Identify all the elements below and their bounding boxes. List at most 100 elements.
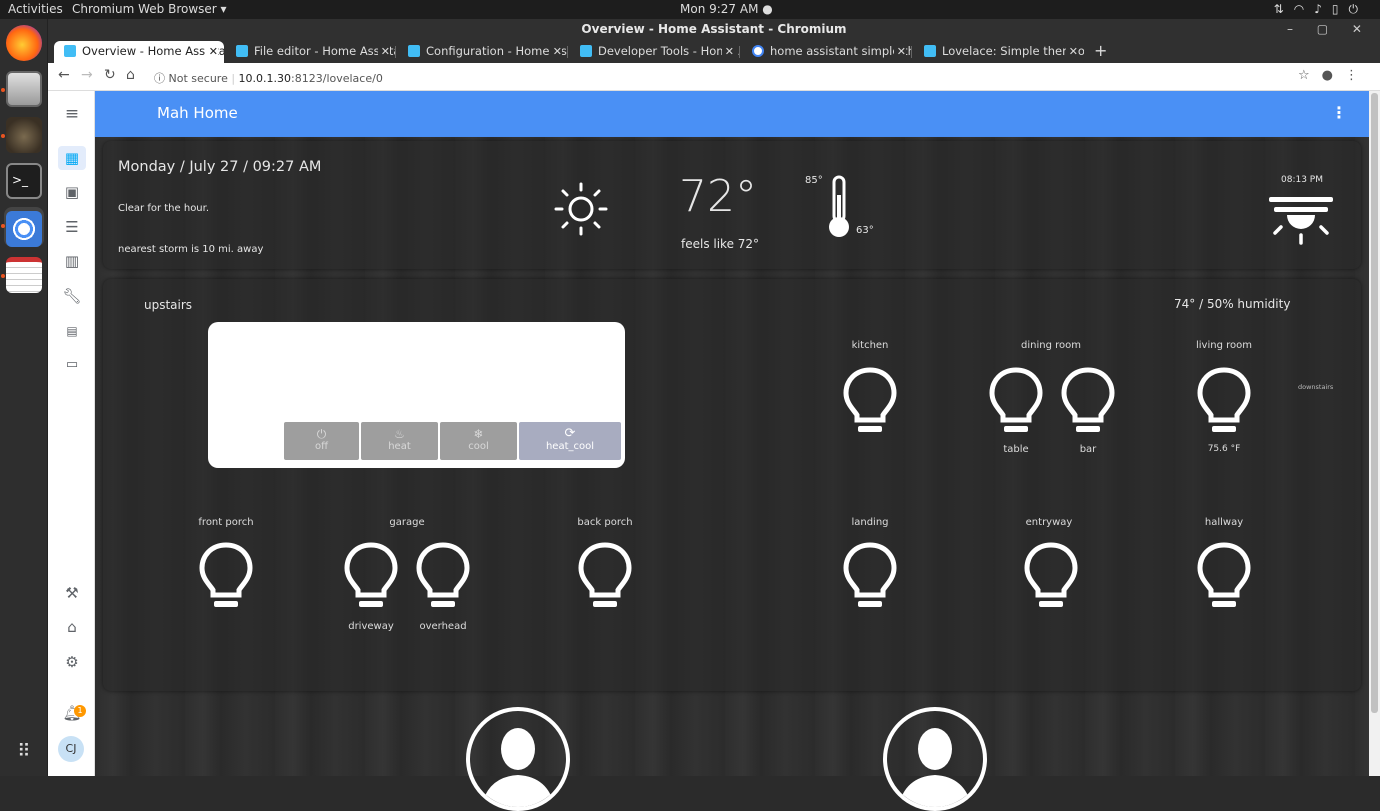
notification-badge: 1 [74, 705, 86, 717]
new-tab-button[interactable]: + [1094, 41, 1107, 61]
history-icon[interactable]: ▥ [58, 249, 86, 273]
supervisor-icon[interactable]: ⌂ [58, 615, 86, 639]
lightbulb-icon-back-porch[interactable] [577, 541, 633, 615]
terminal-panel-icon[interactable]: ▭ [58, 353, 86, 377]
low-temp: 63° [856, 225, 874, 236]
bookmark-star-icon[interactable]: ☆ [1298, 68, 1322, 83]
system-tray[interactable]: ⇅◠♪▯⏻ [1274, 2, 1368, 17]
profile-icon[interactable]: ● [1322, 68, 1345, 83]
scrollbar-thumb[interactable] [1371, 93, 1378, 713]
tab-separator [911, 46, 912, 58]
lightbulb-icon-entryway[interactable] [1023, 541, 1079, 615]
mode-heat-cool-button[interactable]: ⟳ heat_cool [519, 422, 621, 460]
lightbulb-icon-hallway[interactable] [1196, 541, 1252, 615]
running-indicator [1, 274, 5, 278]
home-icon[interactable]: ⌂ [126, 67, 135, 83]
feels-like: feels like 72° [681, 237, 760, 251]
window-controls[interactable]: – ▢ ✕ [1287, 19, 1372, 39]
activities-button[interactable]: Activities [8, 2, 63, 16]
overview-icon[interactable]: ▦ [58, 146, 86, 170]
person-avatar-1[interactable] [466, 707, 570, 811]
light-label-overhead: overhead [419, 621, 467, 632]
weather-card[interactable]: Monday / July 27 / 09:27 AM Clear for th… [103, 141, 1361, 269]
network-icon: ⇅ [1273, 2, 1294, 16]
person-avatar-2[interactable] [883, 707, 987, 811]
dock: >_ ⠿ [0, 19, 48, 776]
lightbulb-icon-kitchen[interactable] [842, 366, 898, 440]
tab-configuration[interactable]: Configuration - Home Ass ✕ [398, 41, 568, 63]
hacs-icon[interactable]: ▤ [58, 319, 86, 343]
google-icon [752, 45, 764, 57]
lightbulb-icon-overhead[interactable] [415, 541, 471, 615]
power-icon: ⏻ [1348, 2, 1368, 16]
terminal-icon[interactable]: >_ [6, 163, 42, 199]
mode-off-button[interactable]: ⏻ off [284, 422, 359, 460]
sun-icon [554, 182, 608, 236]
mode-label: heat_cool [545, 441, 595, 452]
floorplan-card: upstairs 74° / 50% humidity downstairs ⏻… [103, 279, 1361, 691]
weather-summary: Clear for the hour. [118, 203, 210, 214]
settings-gear-icon[interactable]: ⚙ [58, 650, 86, 674]
url-host: 10.0.1.30 [238, 72, 292, 85]
window-title: Overview - Home Assistant - Chromium [581, 22, 847, 36]
mode-heat-button[interactable]: ♨ heat [361, 422, 438, 460]
reload-icon[interactable]: ↻ [104, 67, 116, 83]
tab-developer-tools[interactable]: Developer Tools - Home A ✕ [570, 41, 740, 63]
close-tab-icon[interactable]: ✕ [893, 41, 906, 62]
forward-icon[interactable]: → [81, 67, 93, 83]
tab-separator [395, 46, 396, 58]
show-apps-icon[interactable]: ⠿ [6, 735, 42, 771]
chromium-icon[interactable] [6, 211, 42, 247]
logbook-icon[interactable]: ☰ [58, 215, 86, 239]
overflow-menu-icon[interactable]: ⋮ [1331, 103, 1347, 122]
battery-icon: ▯ [1331, 2, 1349, 16]
ha-favicon-icon [64, 45, 76, 57]
tab-label: Overview - Home Assistan [82, 44, 224, 58]
browser-toolbar: ← → ↻ ⌂ ⓘ Not secure | 10.0.1.30:8123/lo… [48, 63, 1380, 91]
mode-cool-button[interactable]: ❄ cool [440, 422, 517, 460]
wrench-icon[interactable]: 🔧︎ [58, 284, 86, 308]
close-tab-icon[interactable]: ✕ [549, 41, 562, 62]
ha-favicon-icon [408, 45, 420, 57]
user-avatar[interactable]: CJ [58, 736, 84, 762]
room-label-front-porch: front porch [198, 517, 254, 528]
developer-tools-icon[interactable]: ⚒ [58, 581, 86, 605]
close-tab-icon[interactable]: ✕ [1065, 41, 1078, 62]
tab-overview[interactable]: Overview - Home Assistan ✕ [54, 41, 224, 63]
close-tab-icon[interactable]: ✕ [721, 41, 734, 62]
files-icon[interactable] [6, 71, 42, 107]
running-indicator [1, 224, 5, 228]
os-top-bar: Activities Chromium Web Browser ▾ Mon 9:… [0, 0, 1380, 19]
lightbulb-icon-bar[interactable] [1060, 366, 1116, 440]
chrome-menu-icon[interactable]: ⋮ [1345, 68, 1370, 83]
app-menu[interactable]: Chromium Web Browser ▾ [72, 2, 227, 16]
person-silhouette-icon [898, 728, 972, 807]
firefox-icon[interactable] [6, 25, 42, 61]
tab-separator [567, 46, 568, 58]
hamburger-menu-icon[interactable]: ≡ [58, 102, 86, 126]
lightbulb-icon-driveway[interactable] [343, 541, 399, 615]
lightbulb-icon-table[interactable] [988, 366, 1044, 440]
room-label-dining-room: dining room [1021, 340, 1081, 351]
gimp-icon[interactable] [6, 117, 42, 153]
mode-label: cool [468, 441, 489, 452]
tab-label: Developer Tools - Home A [598, 44, 740, 58]
address-bar[interactable]: ⓘ Not secure | 10.0.1.30:8123/lovelace/0 [154, 70, 383, 86]
tab-lovelace-thermostat[interactable]: Lovelace: Simple thermos ✕ [914, 41, 1084, 63]
lightbulb-icon-landing[interactable] [842, 541, 898, 615]
thermostat-card[interactable]: ⏻ off ♨ heat ❄ cool ⟳ heat_cool [208, 322, 625, 468]
clock[interactable]: Mon 9:27 AM ● [680, 2, 773, 16]
lightbulb-icon-living-room[interactable] [1196, 366, 1252, 440]
close-tab-icon[interactable]: ✕ [205, 41, 218, 62]
page-scrollbar[interactable] [1369, 91, 1380, 776]
lightbulb-icon-front-porch[interactable] [198, 541, 254, 615]
close-tab-icon[interactable]: ✕ [377, 41, 390, 62]
back-icon[interactable]: ← [58, 67, 70, 83]
text-editor-icon[interactable] [6, 257, 42, 293]
security-label: Not secure [168, 72, 228, 85]
map-icon[interactable]: ▣ [58, 180, 86, 204]
tab-file-editor[interactable]: File editor - Home Assista ✕ [226, 41, 396, 63]
flame-icon: ♨ [394, 427, 405, 441]
tab-google-search[interactable]: home assistant simple the ✕ [742, 41, 912, 63]
room-label-back-porch: back porch [577, 517, 633, 528]
